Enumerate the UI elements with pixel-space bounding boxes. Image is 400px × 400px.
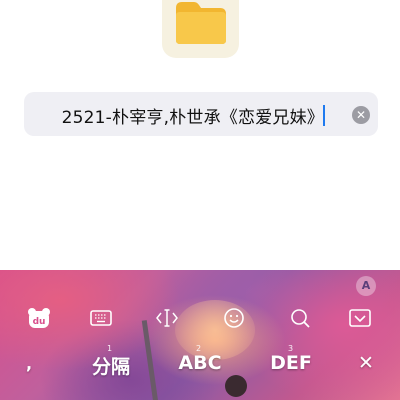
text-cursor [323, 105, 325, 126]
key-def[interactable]: DEF [266, 352, 316, 374]
keyboard-icon[interactable] [89, 306, 113, 330]
clear-text-button[interactable]: ✕ [352, 106, 370, 124]
folder-icon [176, 2, 226, 44]
delete-key[interactable]: ✕ [356, 352, 376, 374]
keyboard: A du , 1 分隔 2 ABC 3 DEF ✕ [0, 270, 400, 400]
search-icon[interactable] [288, 306, 312, 330]
du-logo-icon[interactable]: du [27, 306, 51, 330]
key-punctuation[interactable]: , [26, 354, 32, 373]
key-abc[interactable]: ABC [174, 352, 226, 374]
svg-text:du: du [33, 317, 46, 327]
collapse-keyboard-icon[interactable] [348, 306, 372, 330]
key-separator[interactable]: 分隔 [91, 352, 131, 379]
folder-thumbnail [162, 0, 239, 58]
file-name-text: 2521-朴宰亨,朴世承《恋爱兄妹》 [61, 108, 324, 128]
cursor-move-icon[interactable] [155, 306, 179, 330]
emoji-icon[interactable] [222, 306, 246, 330]
a-assistant-icon[interactable]: A [356, 276, 376, 296]
